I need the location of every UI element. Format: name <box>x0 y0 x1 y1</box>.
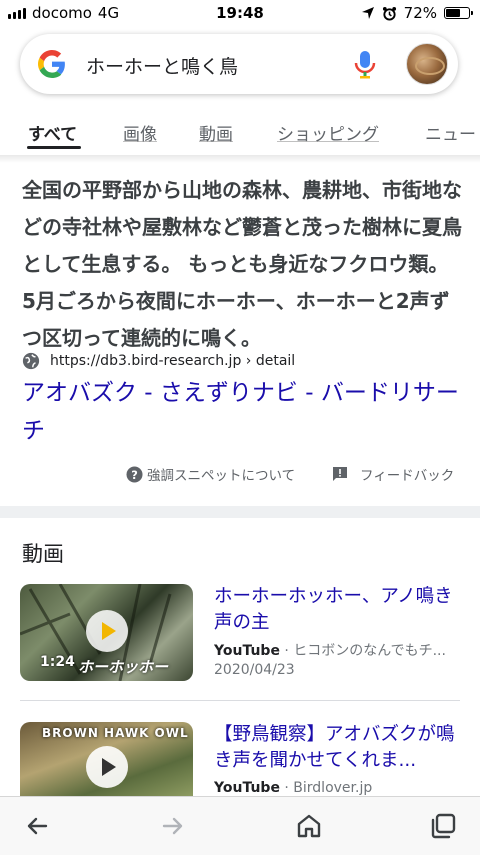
video-item[interactable]: 1:24 ホーホッホー ホーホーホッホー、アノ鳴き声の主 YouTube · ヒ… <box>20 584 460 684</box>
active-tab-indicator <box>27 146 81 149</box>
video-thumbnail[interactable]: 1:24 ホーホッホー <box>20 584 193 681</box>
battery-percent: 72% <box>403 4 437 22</box>
video-channel: · Birdlover.jp <box>284 780 373 796</box>
tabs-switcher-icon[interactable] <box>428 811 458 841</box>
thumbnail-caption: BROWN HAWK OWL <box>42 726 189 740</box>
tab-images[interactable]: 画像 <box>123 120 157 145</box>
video-duration: 1:24 <box>40 654 75 670</box>
location-icon <box>361 7 374 19</box>
videos-section-title: 動画 <box>22 542 64 566</box>
play-icon[interactable] <box>86 610 128 652</box>
video-platform: YouTube <box>214 643 280 659</box>
thumbnail-caption: ホーホッホー <box>78 658 169 676</box>
result-source[interactable]: https://db3.bird-research.jp › detail <box>22 352 295 370</box>
video-source: YouTube · Birdlover.jp <box>214 780 460 796</box>
status-bar: docomo 4G 19:48 72% <box>0 0 480 28</box>
tab-shopping[interactable]: ショッピング <box>277 120 379 145</box>
about-snippets-link[interactable]: ? 強調スニペットについて <box>126 464 295 484</box>
help-icon: ? <box>126 465 143 483</box>
search-box[interactable]: ホーホーと鳴く鳥 <box>20 34 458 94</box>
status-right: 72% <box>361 4 473 22</box>
video-platform: YouTube <box>214 780 280 796</box>
alarm-icon <box>382 6 396 21</box>
avatar[interactable] <box>406 43 448 85</box>
battery-icon <box>444 7 473 19</box>
svg-text:?: ? <box>131 467 138 481</box>
result-url: https://db3.bird-research.jp › detail <box>50 353 296 369</box>
video-title-link[interactable]: ホーホーホッホー、アノ鳴き声の主 <box>214 584 460 636</box>
globe-icon <box>22 352 40 370</box>
video-item[interactable]: BROWN HAWK OWL 【野鳥観察】アオバズクが鳴き声を聞かせてくれま..… <box>20 722 460 819</box>
back-arrow-icon[interactable] <box>22 811 52 841</box>
video-source: YouTube · ヒコボンのなんでもチ... <box>214 640 460 660</box>
tab-news[interactable]: ニュー <box>425 120 476 145</box>
tabs-shadow <box>0 155 480 163</box>
feedback-link[interactable]: フィードバック <box>332 464 454 484</box>
battery-fill <box>446 9 460 17</box>
microphone-icon[interactable] <box>354 50 376 80</box>
result-title-link[interactable]: アオバズク - さえずりナビ - バードリサーチ <box>22 374 462 450</box>
section-divider <box>0 506 480 518</box>
feedback-label: フィードバック <box>360 468 455 484</box>
search-tabs: すべて 画像 動画 ショッピング ニュー <box>0 112 480 152</box>
video-title-link[interactable]: 【野鳥観察】アオバズクが鳴き声を聞かせてくれま... <box>214 722 460 774</box>
forward-arrow-icon[interactable] <box>158 811 188 841</box>
tab-videos[interactable]: 動画 <box>199 120 233 145</box>
feedback-icon <box>333 467 347 481</box>
about-snippets-label: 強調スニペットについて <box>147 468 296 484</box>
search-input[interactable]: ホーホーと鳴く鳥 <box>86 52 238 79</box>
featured-snippet-text: 全国の平野部から山地の森林、農耕地、市街地などの寺社林や屋敷林など鬱蒼と茂った樹… <box>22 178 462 350</box>
play-icon[interactable] <box>86 746 128 788</box>
video-divider <box>20 700 460 701</box>
video-channel: · ヒコボンのなんでもチ... <box>284 643 446 659</box>
google-logo-icon <box>38 50 65 78</box>
browser-toolbar <box>0 796 480 855</box>
tab-all[interactable]: すべて <box>28 120 77 145</box>
video-date: 2020/04/23 <box>214 662 295 678</box>
home-icon[interactable] <box>294 811 324 841</box>
